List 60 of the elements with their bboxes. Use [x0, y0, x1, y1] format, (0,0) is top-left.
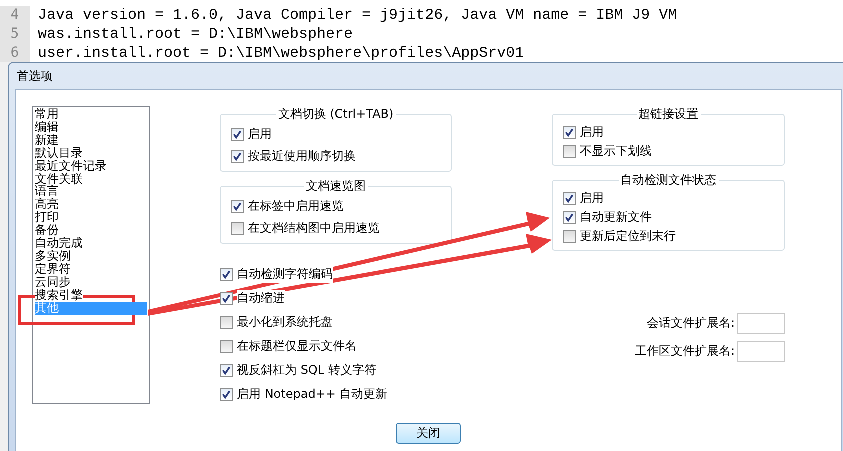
checkbox-label: 在标题栏仅显示文件名 — [237, 338, 357, 354]
code-line: was.install.root = D:\IBM\websphere — [37, 26, 354, 43]
line-number: 6 — [0, 44, 30, 62]
category-item[interactable]: 定界符 — [35, 262, 71, 276]
close-button[interactable]: 关闭 — [396, 423, 461, 444]
group-title: 文档速览图 — [305, 178, 367, 195]
category-item[interactable]: 编辑 — [35, 120, 59, 134]
category-item[interactable]: 语言 — [35, 185, 59, 198]
dialog-title: 首选项 — [17, 68, 53, 84]
checkbox[interactable] — [220, 316, 233, 328]
checkbox[interactable] — [563, 145, 576, 158]
checkbox-label: 不显示下划线 — [580, 143, 652, 160]
checkbox-label: 按最近使用顺序切换 — [248, 148, 356, 164]
group-title: 超链接设置 — [638, 106, 700, 123]
category-item[interactable]: 搜索引擎 — [35, 288, 83, 302]
category-item[interactable]: 云同步 — [35, 276, 71, 289]
category-item[interactable]: 文件关联 — [35, 172, 83, 186]
checkbox-label: 自动缩进 — [237, 290, 285, 306]
checkbox[interactable] — [220, 388, 233, 400]
checkbox-label: 在文档结构图中启用速览 — [248, 220, 380, 236]
category-item[interactable]: 新建 — [35, 134, 59, 147]
category-item[interactable]: 高亮 — [35, 198, 59, 212]
line-number: 5 — [0, 25, 30, 44]
category-item[interactable]: 默认目录 — [35, 146, 83, 160]
line-number: 4 — [0, 6, 30, 25]
checkbox-label: 启用 — [248, 126, 272, 142]
checkbox[interactable] — [563, 230, 576, 243]
field-label: 工作区文件扩展名: — [634, 343, 735, 360]
checkbox-label: 启用 Notepad++ 自动更新 — [237, 386, 388, 402]
category-item[interactable]: 打印 — [35, 211, 59, 224]
checkbox[interactable] — [563, 192, 576, 205]
checkbox-label: 在标签中启用速览 — [248, 198, 344, 214]
code-line: Java version = 1.6.0, Java Compiler = j9jit26, Java VM name = IBM J9 VM — [37, 7, 678, 24]
checkbox[interactable] — [563, 211, 576, 224]
checkbox[interactable] — [220, 340, 233, 352]
category-item[interactable]: 自动完成 — [35, 237, 83, 250]
input-field[interactable] — [737, 313, 785, 334]
category-list[interactable]: 常用 编辑 新建 默认目录 最近文件记录 文件关联 语言 高亮 打印 备份 自动完成 多实例 定界符 云同步 搜索引擎 其他 — [32, 106, 150, 404]
checkbox-label: 最小化到系统托盘 — [237, 314, 333, 330]
input-field[interactable] — [737, 341, 785, 362]
category-item[interactable]: 多实例 — [35, 250, 71, 263]
field-label: 会话文件扩展名: — [646, 315, 735, 332]
group-title: 自动检测文件状态 — [620, 172, 718, 189]
checkbox[interactable] — [563, 126, 576, 139]
checkbox[interactable] — [231, 222, 244, 234]
checkbox[interactable] — [231, 150, 244, 162]
checkbox-label: 更新后定位到末行 — [580, 228, 676, 245]
checkbox-label: 视反斜杠为 SQL 转义字符 — [237, 362, 376, 378]
group-title: 文档切换 (Ctrl+TAB) — [277, 106, 395, 123]
checkbox[interactable] — [231, 200, 244, 212]
checkbox-label: 自动检测字符编码 — [237, 266, 333, 282]
category-item[interactable]: 备份 — [35, 224, 59, 238]
checkbox[interactable] — [220, 292, 233, 304]
checkbox[interactable] — [220, 268, 233, 280]
checkbox[interactable] — [220, 364, 233, 376]
checkbox-label: 自动更新文件 — [580, 209, 652, 226]
checkbox[interactable] — [231, 128, 244, 140]
category-item[interactable]: 最近文件记录 — [35, 160, 107, 173]
category-item[interactable]: 常用 — [35, 108, 59, 121]
code-line: user.install.root = D:\IBM\websphere\profiles\AppSrv01 — [37, 45, 524, 62]
